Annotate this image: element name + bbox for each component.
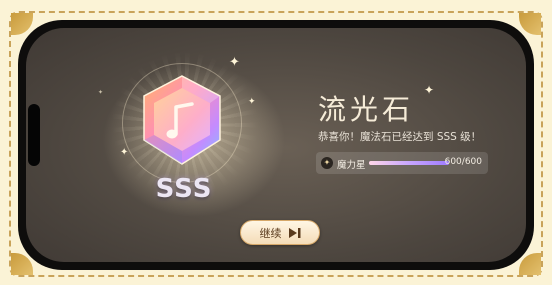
stone-title: 流光石 (318, 93, 415, 126)
music-note-gem-icon (143, 75, 221, 165)
star-drop-icon: ✦ (321, 157, 333, 169)
congrats-message: 恭喜你！魔法石已经达到 SSS 级！ (318, 131, 482, 143)
continue-button[interactable]: 继续 (240, 220, 320, 245)
sparkle-icon: ✦ (248, 97, 256, 107)
skip-next-icon (288, 227, 301, 238)
stat-row: ✦ 魔力星 600/600 (316, 152, 488, 174)
frame-corner-top-right (519, 13, 541, 35)
frame-corner-top-left (11, 13, 33, 35)
phone-device: SSS ✦ ✦ ✦ ✦ ✦ 流光石 恭喜你！魔法石已经达到 SSS 级！ ✦ 魔… (18, 20, 534, 270)
frame-corner-bottom-right (519, 253, 541, 275)
stat-label: 魔力星 (337, 160, 366, 171)
stat-progress-bar (369, 161, 449, 165)
sparkle-icon: ✦ (98, 89, 104, 96)
camera-island (28, 104, 40, 166)
sparkle-icon: ✦ (120, 147, 129, 158)
stat-value: 600/600 (444, 157, 482, 167)
sparkle-icon: ✦ (229, 55, 240, 70)
stat-progress-fill (369, 161, 449, 165)
grade-label: SSS (155, 174, 213, 204)
continue-label: 继续 (259, 226, 282, 240)
sparkle-icon: ✦ (424, 83, 435, 97)
result-screen: SSS ✦ ✦ ✦ ✦ ✦ 流光石 恭喜你！魔法石已经达到 SSS 级！ ✦ 魔… (26, 28, 526, 262)
